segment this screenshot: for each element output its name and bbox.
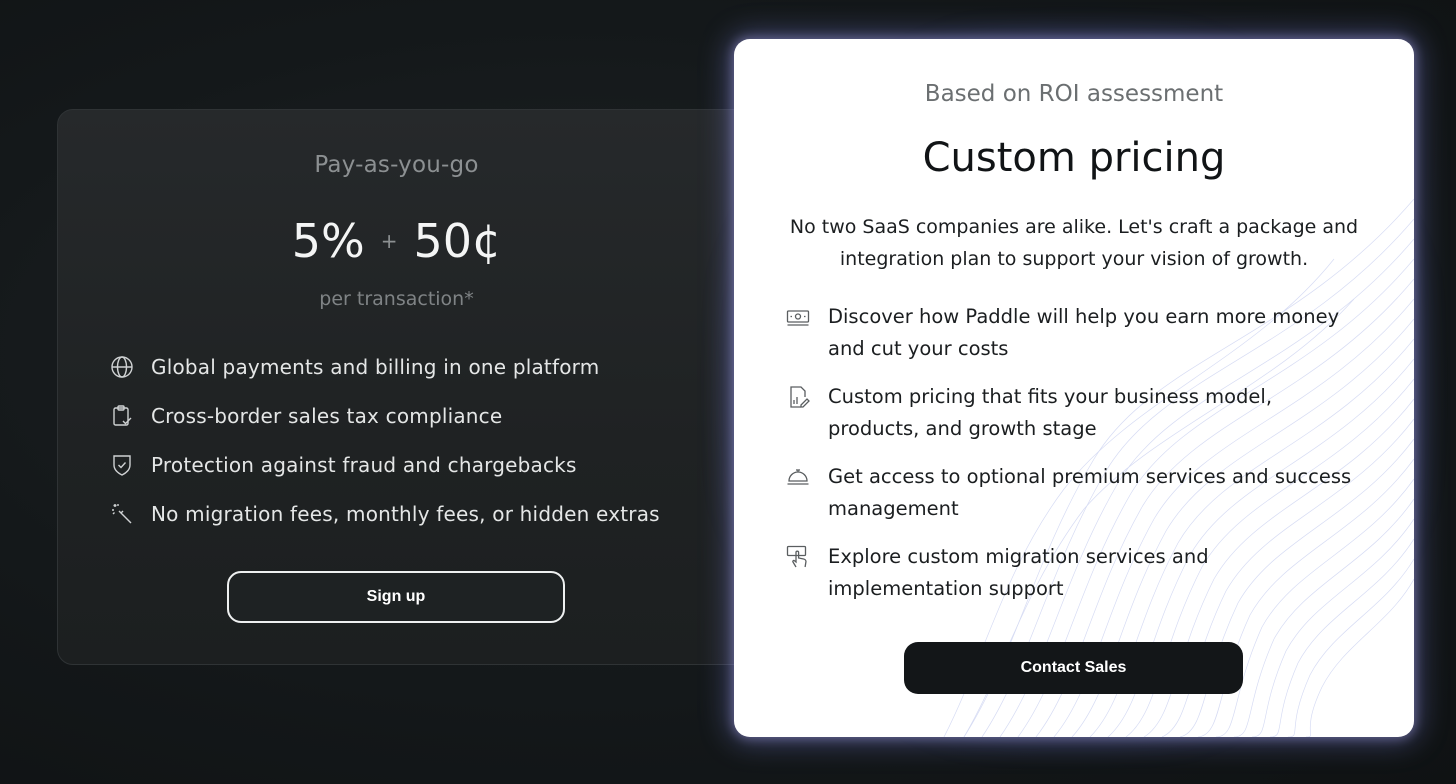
- feature-item: Discover how Paddle will help you earn m…: [786, 301, 1368, 381]
- feature-item: No migration fees, monthly fees, or hidd…: [110, 489, 660, 538]
- price-unit: per transaction*: [319, 288, 474, 310]
- plan-description: No two SaaS companies are alike. Let's c…: [789, 216, 1359, 270]
- feature-text: Protection against fraud and chargebacks: [151, 452, 577, 477]
- globe-icon: [110, 355, 134, 379]
- feature-item: Protection against fraud and chargebacks: [110, 440, 660, 489]
- contact-sales-button[interactable]: Contact Sales: [904, 642, 1243, 694]
- service-bell-icon: [786, 465, 810, 489]
- feature-text: No migration fees, monthly fees, or hidd…: [151, 501, 660, 526]
- document-edit-icon: [786, 385, 810, 409]
- feature-item: Custom pricing that fits your business m…: [786, 381, 1368, 461]
- payg-feature-list: Global payments and billing in one platf…: [110, 342, 660, 538]
- clipboard-check-icon: [110, 404, 134, 428]
- feature-item: Global payments and billing in one platf…: [110, 342, 660, 391]
- feature-item: Explore custom migration services and im…: [786, 541, 1368, 621]
- money-bill-icon: [786, 305, 810, 329]
- feature-item: Get access to optional premium services …: [786, 461, 1368, 541]
- price-fee: 50¢: [413, 214, 502, 268]
- custom-pricing-card: Based on ROI assessment Custom pricing N…: [734, 39, 1414, 737]
- plan-label: Pay-as-you-go: [314, 152, 479, 178]
- feature-text: Global payments and billing in one platf…: [151, 354, 600, 379]
- pay-as-you-go-card: Pay-as-you-go 5% +50¢ per transaction* Gl…: [57, 109, 777, 665]
- plan-title: Custom pricing: [922, 135, 1226, 181]
- feature-text: Explore custom migration services and im…: [828, 545, 1209, 600]
- feature-text: Get access to optional premium services …: [828, 465, 1352, 520]
- price: 5% +50¢: [58, 214, 735, 268]
- price-plus: +: [380, 229, 398, 253]
- hand-pointer-icon: [786, 545, 810, 569]
- feature-text: Custom pricing that fits your business m…: [828, 385, 1273, 440]
- shield-check-icon: [110, 453, 134, 477]
- custom-feature-list: Discover how Paddle will help you earn m…: [786, 301, 1368, 621]
- feature-item: Cross-border sales tax compliance: [110, 391, 660, 440]
- price-percent: 5%: [291, 214, 365, 268]
- feature-text: Cross-border sales tax compliance: [151, 403, 503, 428]
- feature-text: Discover how Paddle will help you earn m…: [828, 305, 1340, 360]
- plan-label: Based on ROI assessment: [924, 81, 1224, 107]
- sign-up-button[interactable]: Sign up: [227, 571, 565, 623]
- magic-wand-icon: [110, 502, 134, 526]
